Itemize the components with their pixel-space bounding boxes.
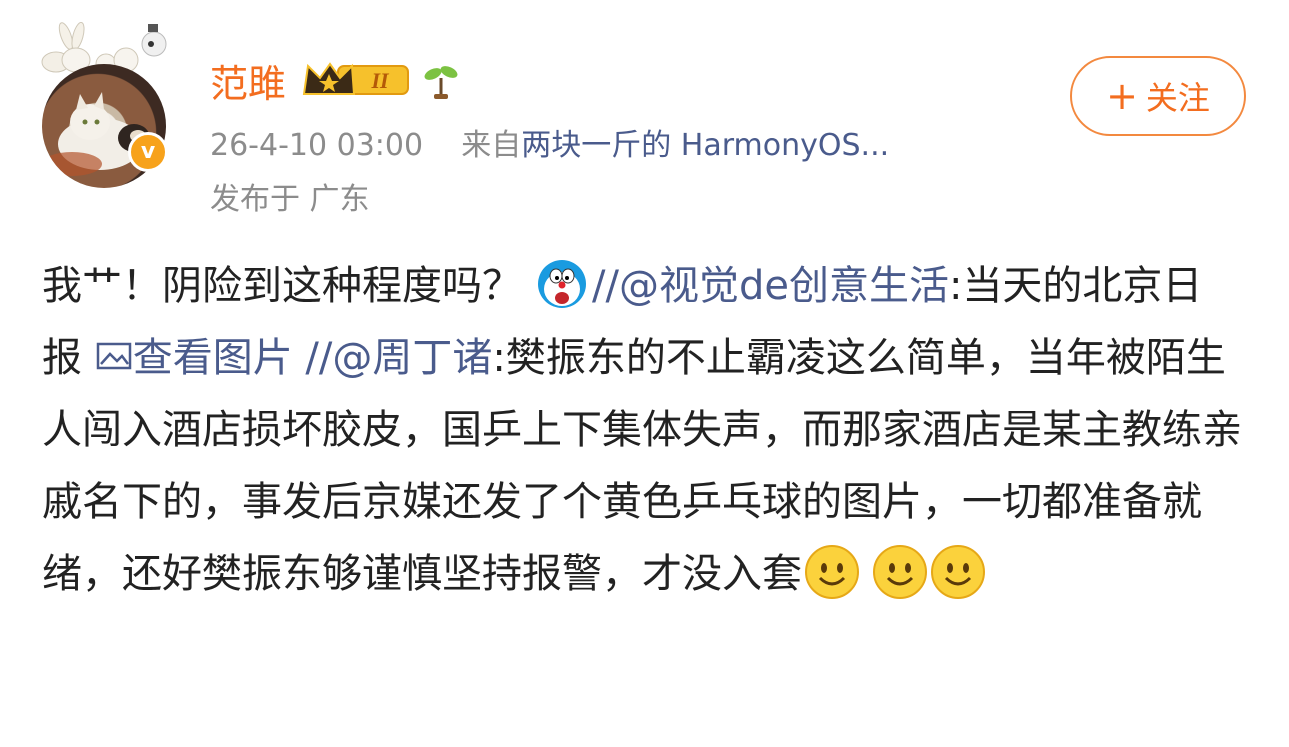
view-image-label: 查看图片 [132,335,293,381]
repost-separator: // [292,335,333,381]
post-text: 我艹！阴险到这种程度吗？ [42,263,522,309]
username[interactable]: 范雎 [210,53,286,108]
source-prefix: 来自 [461,128,522,163]
repost-separator: // [592,263,619,309]
mention-link[interactable]: @周丁诸 [332,335,492,381]
crown-level-icon[interactable]: II [300,60,412,100]
post-body: 我艹！阴险到这种程度吗？ //@视觉de创意生活:当天的北京日报 查看图片 //… [42,250,1242,610]
plus-icon: + [1106,74,1138,118]
verified-v-icon: v [128,132,168,172]
post-timestamp: 26-4-10 03:00 [210,128,424,163]
post-location: 发布于 广东 [210,182,370,217]
view-image-link[interactable]: 查看图片 [95,335,293,381]
name-row: 范雎 II [210,52,460,108]
smile-emoji [873,545,927,599]
smile-emoji [931,545,985,599]
follow-label: 关注 [1145,79,1210,117]
doraemon-emoji [538,260,586,308]
post-meta: 26-4-10 03:00 来自两块一斤的 HarmonyOS... [210,120,889,164]
source-device-link[interactable]: 两块一斤的 HarmonyOS... [521,128,889,163]
mention-link[interactable]: @视觉de创意生活 [619,263,949,309]
smile-emoji [805,545,859,599]
avatar-container[interactable]: v [36,22,176,188]
image-icon [96,342,131,370]
sprout-icon[interactable] [422,60,460,100]
follow-button[interactable]: + 关注 [1070,56,1246,136]
badge-level-text: II [370,68,390,93]
